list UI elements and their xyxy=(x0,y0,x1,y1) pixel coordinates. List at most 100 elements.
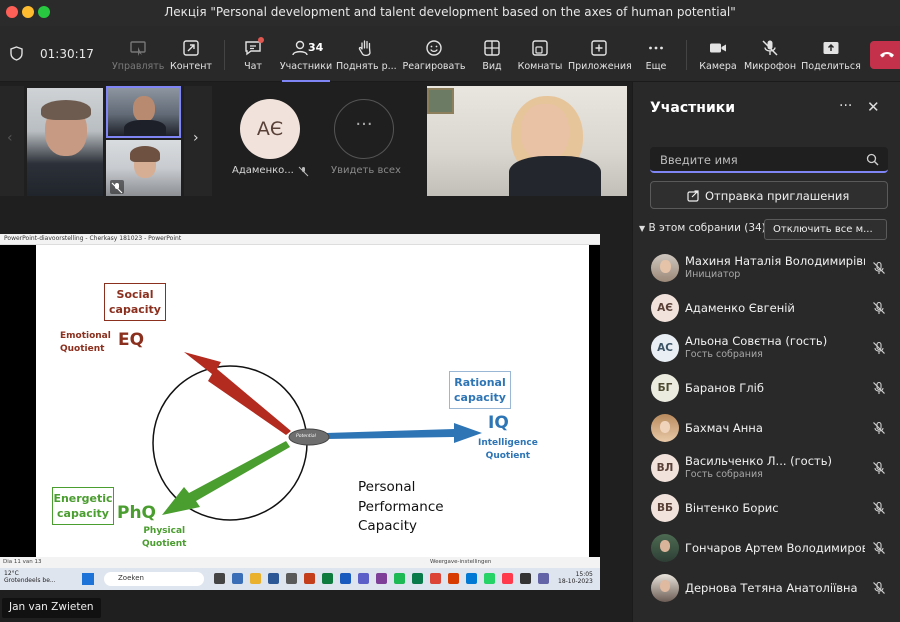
breakout-rooms-icon xyxy=(532,40,548,56)
meeting-toolbar: 01:30:17 Управлять Контент Чат 34 Участн… xyxy=(0,26,900,82)
more-icon: ··· xyxy=(839,98,853,114)
phq-arrow xyxy=(162,441,290,515)
iq-label: IQ xyxy=(488,413,509,433)
participant-row[interactable]: Гончаров Артем Володимирович xyxy=(633,528,900,568)
control-button[interactable]: Управлять xyxy=(112,26,164,82)
participant-face xyxy=(521,104,569,160)
mute-all-button[interactable]: Отключить все м... xyxy=(764,219,887,240)
share-content-icon xyxy=(183,40,199,56)
mic-off-icon xyxy=(873,421,885,434)
content-button[interactable]: Контент xyxy=(166,26,216,82)
participant-row[interactable]: ВЛ Васильченко Л... (гость) Гость собран… xyxy=(633,448,900,488)
eq-arrow xyxy=(184,352,291,435)
chat-button[interactable]: Чат xyxy=(232,26,274,82)
chevron-down-icon: ▼ xyxy=(639,224,646,233)
more-icon: ··· xyxy=(355,114,373,135)
participant-photo-avatar xyxy=(651,254,679,282)
participants-button[interactable]: 34 Участники xyxy=(278,26,334,82)
windows-taskbar: 12°C Grotendeels be... Zoeken 15:05 18-1… xyxy=(0,568,600,590)
apps-button[interactable]: Приложения xyxy=(568,26,632,82)
share-control-icon xyxy=(130,41,146,56)
teams-meeting-window: Лекція "Personal development and talent … xyxy=(0,0,900,622)
phq-label: PhQ xyxy=(117,503,157,523)
search-icon xyxy=(866,153,879,166)
participant-row[interactable]: АЄ Адаменко Євгеній xyxy=(633,288,900,328)
presenter-name-tag: Jan van Zwieten xyxy=(2,598,101,618)
camera-button[interactable]: Камера xyxy=(696,26,740,82)
participant-search-input[interactable]: Введите имя xyxy=(650,147,888,173)
participant-initials-avatar: БГ xyxy=(651,374,679,402)
participants-panel: Участники ··· ✕ Введите имя Отправка при… xyxy=(632,82,900,622)
meeting-timer: 01:30:17 xyxy=(40,47,94,61)
participant-video-tile[interactable] xyxy=(427,86,627,196)
chevron-right-icon: › xyxy=(193,130,199,146)
participant-initials-avatar: ВБ xyxy=(651,494,679,522)
react-button[interactable]: Реагировать xyxy=(402,26,466,82)
active-speaker-video-tile[interactable] xyxy=(106,86,181,138)
see-all-label: Увидеть всех xyxy=(331,165,401,176)
mic-off-icon xyxy=(110,180,124,194)
weather-widget: 12°C Grotendeels be... xyxy=(4,570,56,584)
participant-row[interactable]: БГ Баранов Гліб xyxy=(633,368,900,408)
see-all-button[interactable]: ··· xyxy=(334,99,394,159)
hang-up-icon xyxy=(880,52,894,58)
gallery-next-button[interactable]: › xyxy=(184,86,212,196)
mic-off-icon xyxy=(873,381,885,394)
raise-hand-button[interactable]: Поднять р... xyxy=(336,26,397,82)
emotional-quotient-label: Emotional Quotient xyxy=(60,331,111,354)
share-button[interactable]: Поделиться xyxy=(800,26,862,82)
participant-row[interactable]: Махиня Наталія Володимирівна Инициатор xyxy=(633,248,900,288)
in-meeting-section-toggle[interactable]: ▼ В этом собрании (34) xyxy=(639,222,766,234)
ppt-window-title: PowerPoint-diavoorstelling - Cherkasy 18… xyxy=(0,234,600,245)
ppt-status-bar: Dia 11 van 13 Weergave-instellingen xyxy=(0,557,600,568)
participant-video-tile[interactable] xyxy=(27,88,103,196)
mic-off-icon xyxy=(873,301,885,314)
presentation-slide: Social capacity Emotional Quotient EQ Rati… xyxy=(36,245,589,557)
energetic-capacity-box: Energetic capacity xyxy=(52,487,114,525)
microphone-button[interactable]: Микрофон xyxy=(742,26,798,82)
mic-off-icon xyxy=(298,166,309,177)
view-button[interactable]: Вид xyxy=(472,26,512,82)
leave-call-button[interactable] xyxy=(870,41,900,69)
participant-row[interactable]: Бахмач Анна xyxy=(633,408,900,448)
participant-initials-avatar: ВЛ xyxy=(651,454,679,482)
participant-initials-avatar: АЄ xyxy=(651,294,679,322)
more-icon xyxy=(649,46,663,50)
participant-row[interactable]: Дернова Тетяна Анатоліївна xyxy=(633,568,900,608)
participant-row[interactable]: ВБ Вінтенко Борис xyxy=(633,488,900,528)
taskbar-clock: 15:05 18-10-2023 xyxy=(558,571,593,585)
intelligence-quotient-label: Intelligence Quotient xyxy=(478,438,538,461)
send-invitation-button[interactable]: Отправка приглашения xyxy=(650,181,888,209)
shared-content-area: PowerPoint-diavoorstelling - Cherkasy 18… xyxy=(0,200,632,622)
potential-label: Potential xyxy=(296,434,316,439)
more-button[interactable]: Еще xyxy=(636,26,676,82)
physical-quotient-label: Physical Quotient xyxy=(142,526,187,549)
participant-photo-avatar xyxy=(651,574,679,602)
grid-view-icon xyxy=(484,40,500,56)
participant-name-label: Адаменко... xyxy=(232,165,294,176)
chevron-left-icon: ‹ xyxy=(7,130,13,146)
panel-title: Участники xyxy=(650,100,736,116)
personal-performance-capacity-label: Personal Performance Capacity xyxy=(358,479,444,534)
social-capacity-box: Social capacity xyxy=(104,283,166,321)
panel-more-button[interactable]: ··· xyxy=(839,98,852,114)
mic-off-icon xyxy=(873,501,885,514)
participant-video-tile[interactable] xyxy=(106,140,181,196)
mic-off-icon xyxy=(873,261,885,274)
iq-arrow xyxy=(326,423,482,443)
rooms-button[interactable]: Комнаты xyxy=(516,26,564,82)
smile-icon xyxy=(426,40,442,56)
rational-capacity-box: Rational capacity xyxy=(449,371,511,409)
share-tray-icon xyxy=(823,42,839,54)
raise-hand-icon xyxy=(358,40,371,57)
taskbar-search-box: Zoeken xyxy=(104,572,204,586)
participant-avatar[interactable]: АЄ xyxy=(240,99,300,159)
panel-close-button[interactable]: ✕ xyxy=(867,98,880,116)
participants-count: 34 xyxy=(308,41,324,54)
shared-presentation: PowerPoint-diavoorstelling - Cherkasy 18… xyxy=(0,234,600,590)
mic-off-icon xyxy=(873,341,885,354)
participant-photo-avatar xyxy=(651,414,679,442)
gallery-prev-button[interactable]: ‹ xyxy=(0,86,24,196)
window-title: Лекція "Personal development and talent … xyxy=(164,5,736,19)
participant-row[interactable]: АС Альона Совєтна (гость) Гость собрания xyxy=(633,328,900,368)
